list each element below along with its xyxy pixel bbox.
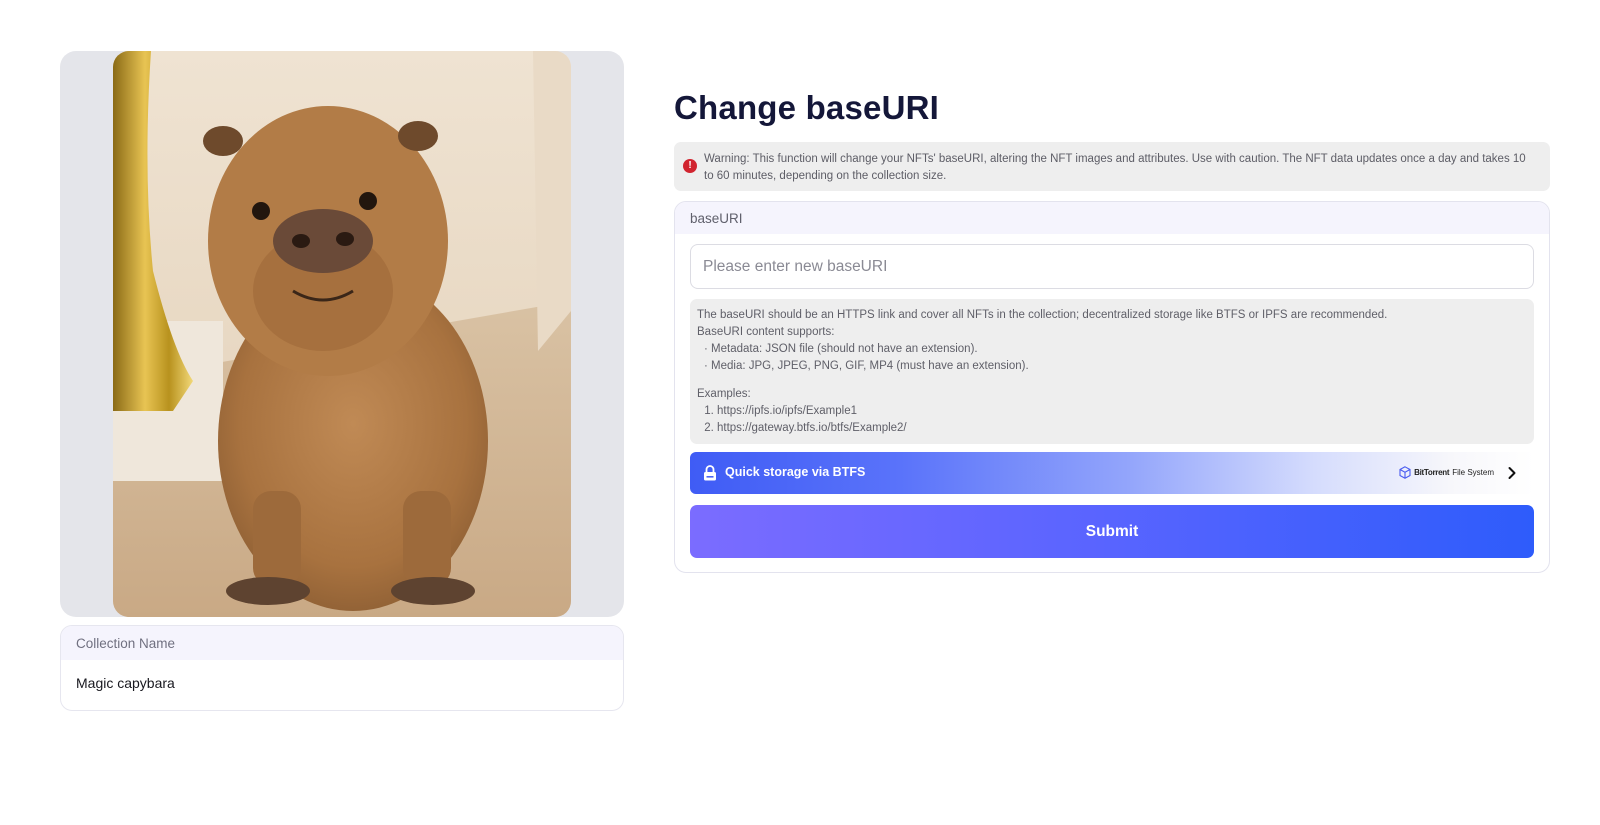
help-examples-label: Examples: — [697, 388, 751, 400]
baseuri-help-box: The baseURI should be an HTTPS link and … — [690, 299, 1534, 444]
submit-button[interactable]: Submit — [690, 505, 1534, 558]
collection-name-value: Magic capybara — [76, 675, 175, 691]
btfs-brand-bold: BitTorrent — [1414, 468, 1450, 477]
help-support-media: · Media: JPG, JPEG, PNG, GIF, MP4 (must … — [704, 360, 1029, 372]
collection-image — [113, 51, 571, 617]
lock-icon — [704, 465, 716, 481]
btfs-cube-icon — [1399, 466, 1411, 479]
btfs-brand-rest: File System — [1452, 468, 1494, 477]
page-title: Change baseURI — [674, 89, 940, 126]
warning-banner: ! Warning: This function will change you… — [674, 142, 1550, 191]
help-intro: The baseURI should be an HTTPS link and … — [697, 309, 1388, 321]
quick-storage-btfs-button[interactable]: Quick storage via BTFS BitTorrent File S… — [690, 452, 1534, 494]
collection-name-card: Collection Name Magic capybara — [60, 625, 624, 711]
help-example-item: https://gateway.btfs.io/btfs/Example2/ — [717, 420, 1527, 437]
warning-icon: ! — [683, 159, 697, 173]
chevron-right-icon — [1508, 467, 1516, 479]
help-support-metadata: · Metadata: JSON file (should not have a… — [704, 343, 978, 355]
baseuri-section-label: baseURI — [675, 202, 1549, 234]
capybara-photo — [113, 51, 571, 617]
quick-storage-label: Quick storage via BTFS — [725, 465, 866, 479]
collection-name-header: Collection Name — [61, 626, 623, 660]
btfs-brand-logo: BitTorrent File System — [1399, 466, 1494, 479]
baseuri-form: baseURI The baseURI should be an HTTPS l… — [674, 201, 1550, 573]
warning-text: Warning: This function will change your … — [704, 153, 1526, 182]
help-example-item: https://ipfs.io/ipfs/Example1 — [717, 403, 1527, 420]
help-examples-list: https://ipfs.io/ipfs/Example1 https://ga… — [697, 403, 1527, 437]
baseuri-input[interactable] — [690, 244, 1534, 289]
collection-image-panel — [60, 51, 624, 617]
change-baseuri-panel: Change baseURI ! Warning: This function … — [674, 88, 1550, 573]
collection-panel: Collection Name Magic capybara — [60, 51, 624, 711]
help-supports-label: BaseURI content supports: — [697, 326, 835, 338]
